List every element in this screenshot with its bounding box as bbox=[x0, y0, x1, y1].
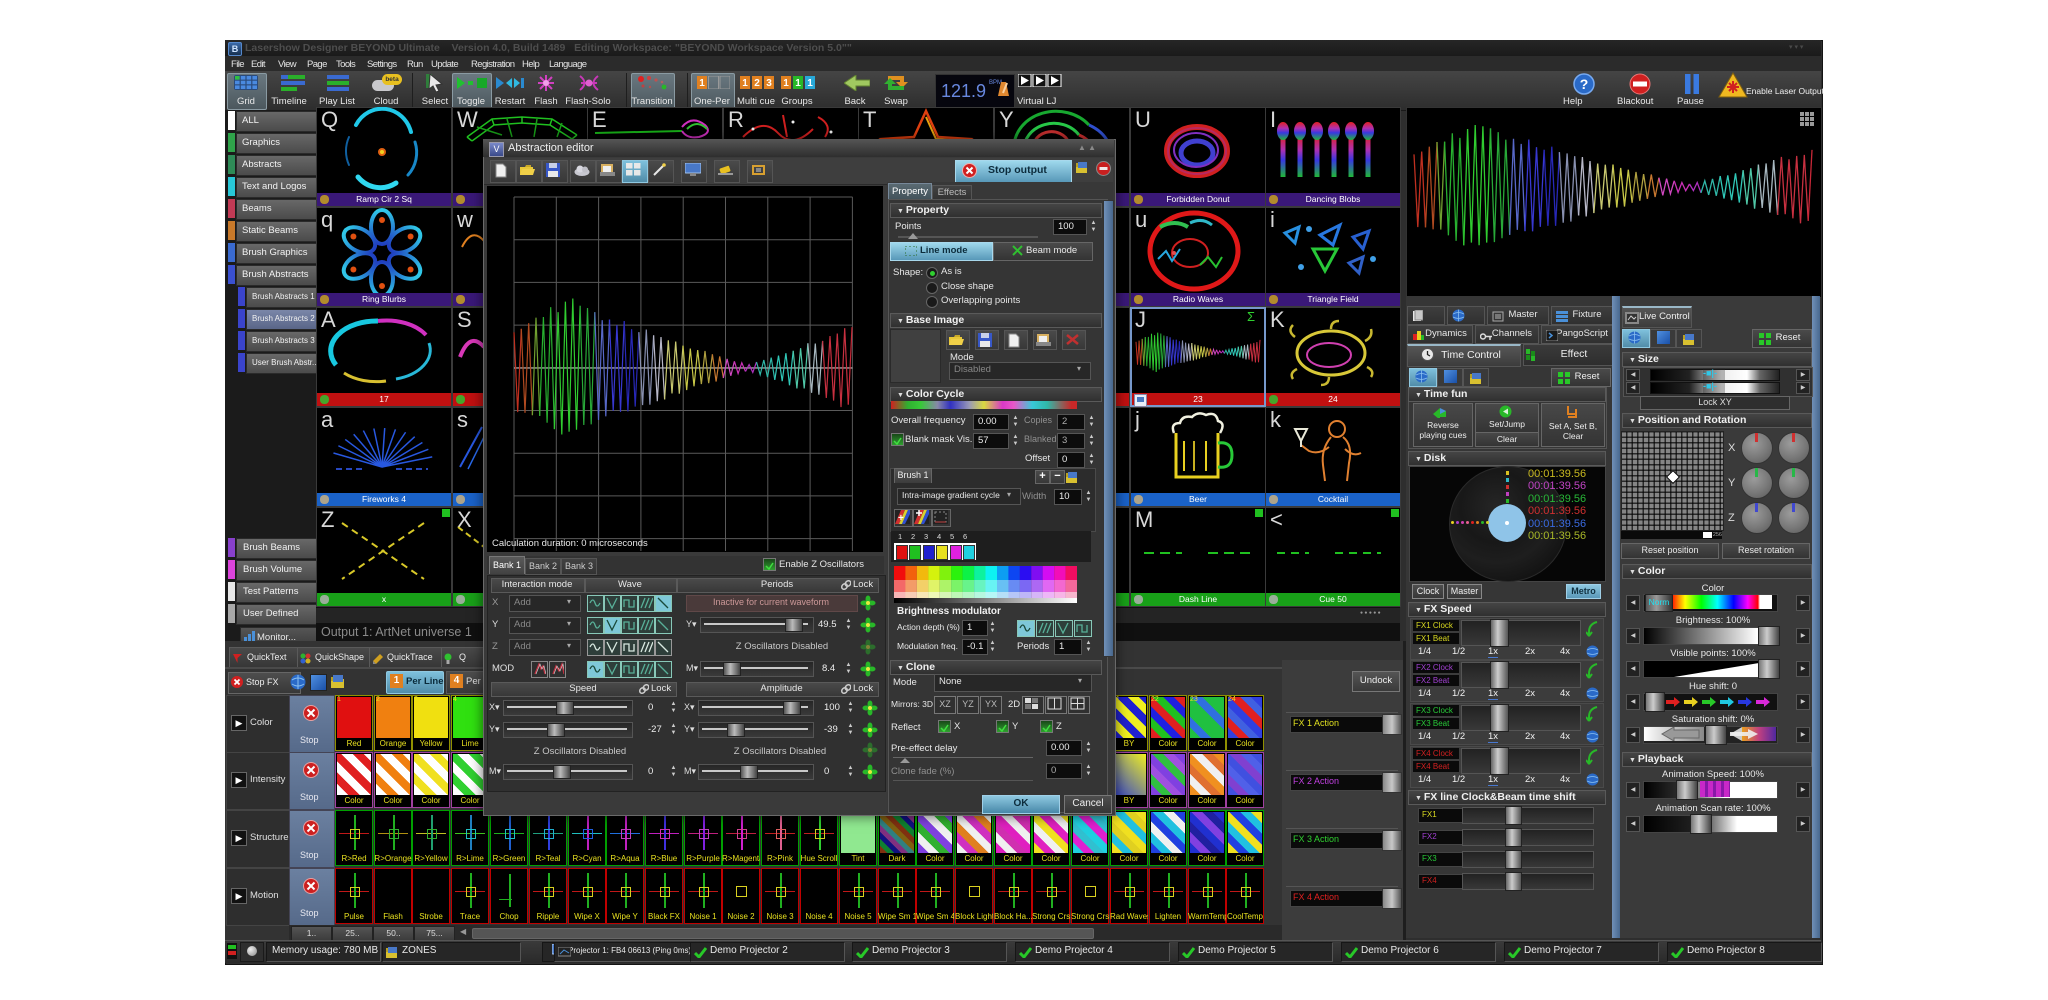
svg-text:1: 1 bbox=[795, 78, 801, 89]
svg-text:?: ? bbox=[1580, 76, 1589, 92]
svg-text:+: + bbox=[898, 513, 904, 524]
svg-text:1: 1 bbox=[783, 78, 789, 89]
svg-text:1: 1 bbox=[742, 78, 748, 89]
svg-text:1: 1 bbox=[699, 78, 705, 89]
svg-text:3: 3 bbox=[766, 78, 772, 89]
svg-text:2: 2 bbox=[754, 78, 760, 89]
svg-text:1: 1 bbox=[807, 78, 813, 89]
